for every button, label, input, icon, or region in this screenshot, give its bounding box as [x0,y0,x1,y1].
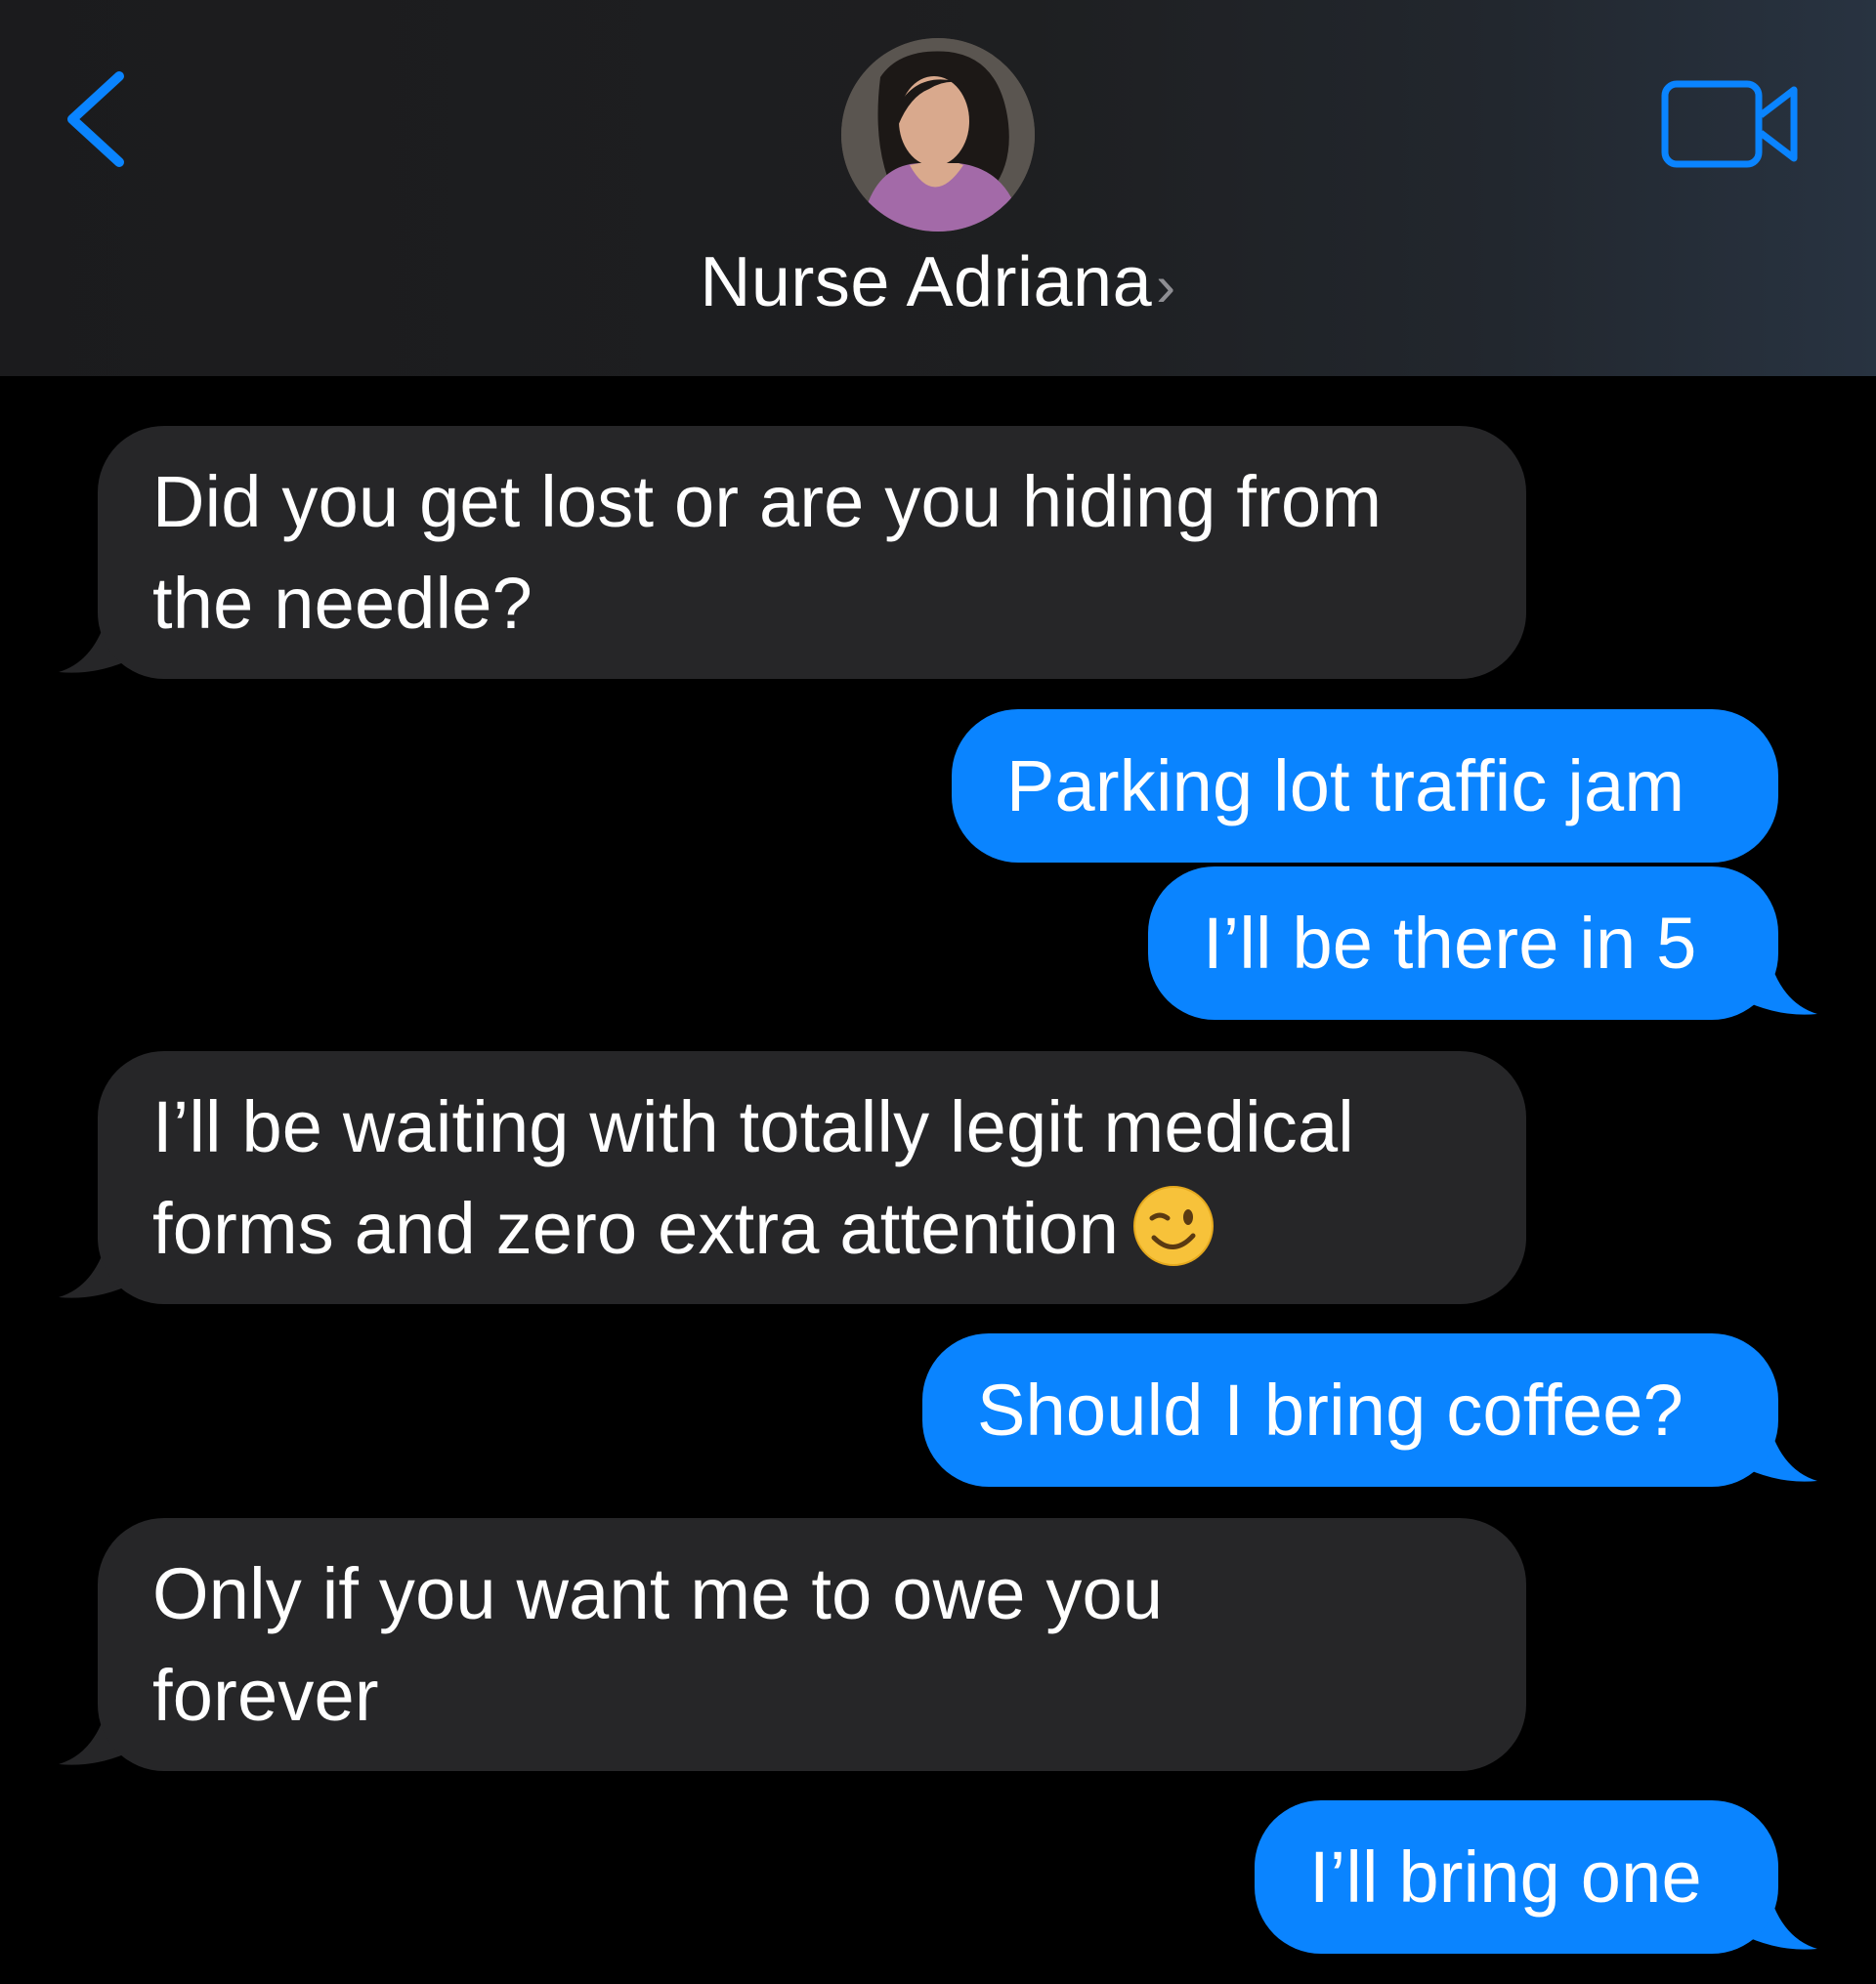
contact-photo [841,38,1035,232]
chevron-right-icon: › [1156,253,1176,318]
winking-face-emoji [1132,1185,1215,1267]
contact-name: Nurse Adriana [700,243,1153,321]
message-text: Did you get lost or are you hiding from … [152,461,1402,644]
conversation-header: Nurse Adriana› [0,0,1876,376]
outgoing-message[interactable]: Should I bring coffee? [922,1333,1778,1487]
incoming-message[interactable]: Only if you want me to owe you forever [98,1518,1526,1771]
video-camera-icon [1661,80,1798,168]
outgoing-message[interactable]: I’ll bring one [1255,1800,1778,1954]
contact-name-button[interactable]: Nurse Adriana› [0,242,1876,322]
back-button[interactable] [59,61,137,178]
contact-avatar[interactable] [841,38,1035,232]
chevron-left-icon [67,71,124,167]
message-text: I’ll bring one [1309,1836,1702,1918]
message-text: I’ll be there in 5 [1203,903,1697,984]
incoming-message[interactable]: Did you get lost or are you hiding from … [98,426,1526,679]
message-text: Parking lot traffic jam [1006,745,1685,826]
outgoing-message[interactable]: I’ll be there in 5 [1148,866,1778,1020]
outgoing-message[interactable]: Parking lot traffic jam [952,709,1778,863]
message-text: Should I bring coffee? [977,1370,1684,1451]
message-text: Only if you want me to owe you forever [152,1553,1184,1736]
video-call-button[interactable] [1659,76,1804,174]
incoming-message[interactable]: I’ll be waiting with totally legit medic… [98,1051,1526,1304]
